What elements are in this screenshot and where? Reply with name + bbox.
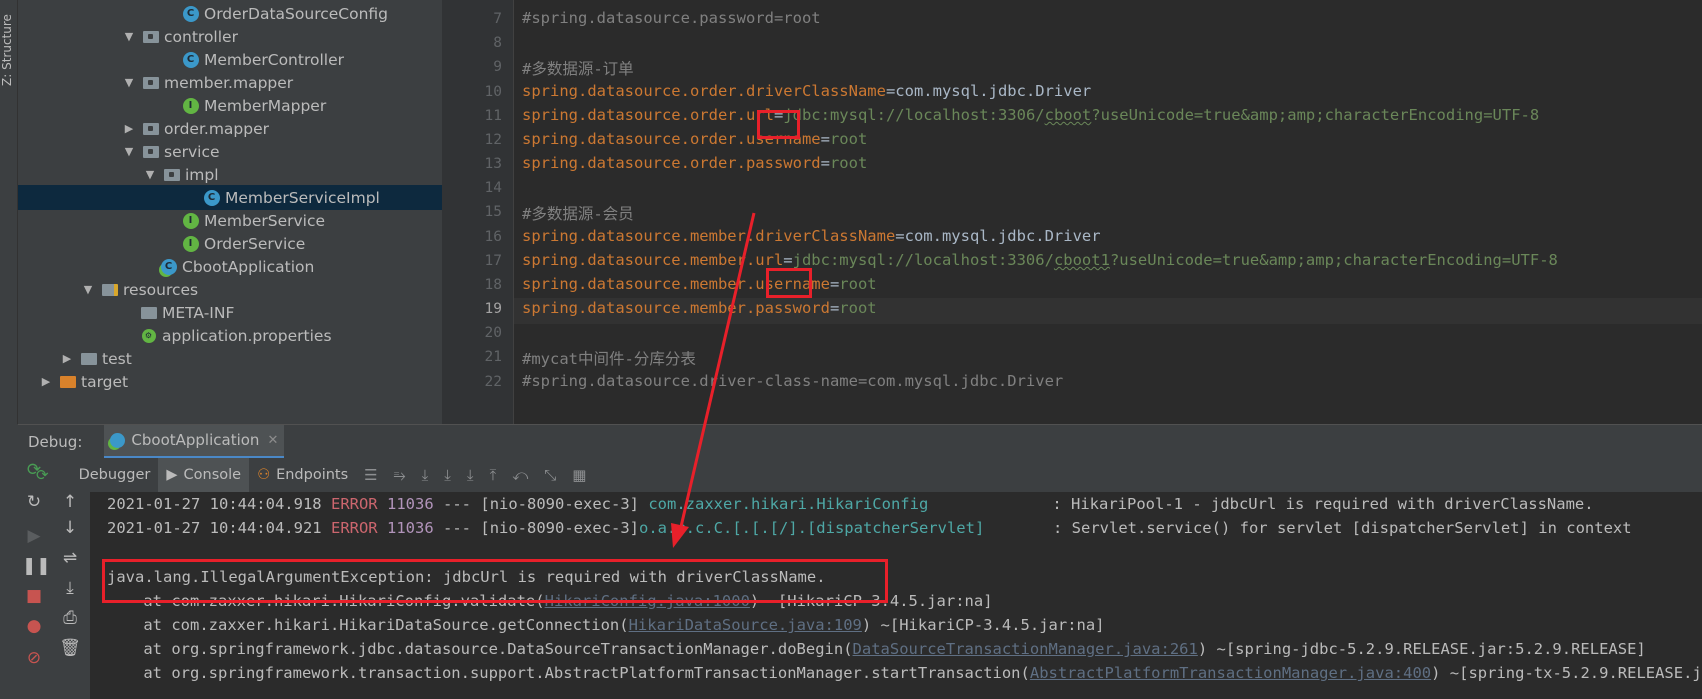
- annotation-arrow: [671, 212, 756, 548]
